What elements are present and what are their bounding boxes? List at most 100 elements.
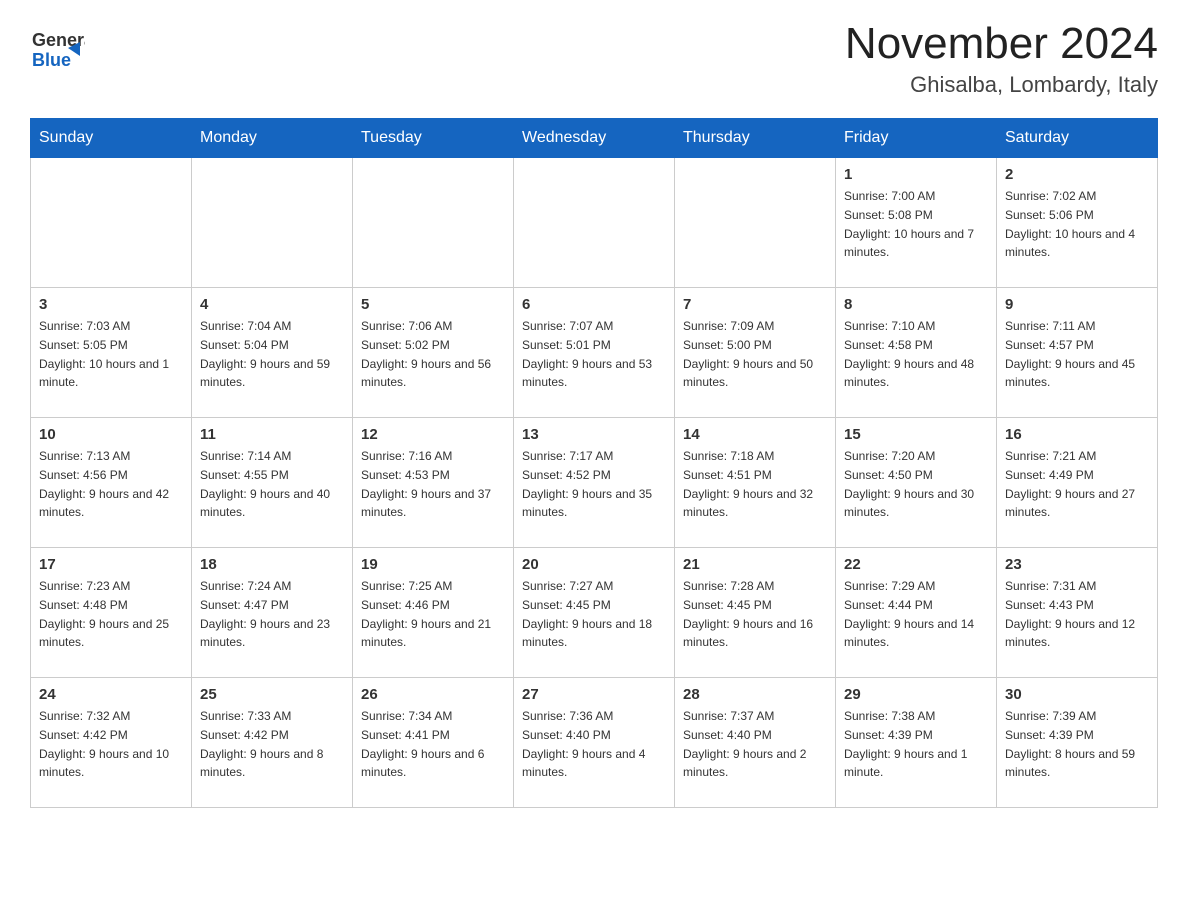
logo-area: General Blue: [30, 20, 85, 75]
day-info: Sunrise: 7:24 AMSunset: 4:47 PMDaylight:…: [200, 577, 344, 651]
cell-week5-day0: 24 Sunrise: 7:32 AMSunset: 4:42 PMDayligh…: [31, 678, 192, 808]
header-friday: Friday: [836, 119, 997, 158]
day-number: 9: [1005, 296, 1149, 313]
cell-week5-day1: 25Sunrise: 7:33 AMSunset: 4:42 PMDayligh…: [192, 678, 353, 808]
week-row-2: 3 Sunrise: 7:03 AMSunset: 5:05 PMDaylight…: [31, 288, 1158, 418]
cell-week5-day6: 30 Sunrise: 7:39 AMSunset: 4:39 PMDayligh…: [997, 678, 1158, 808]
header-monday: Monday: [192, 119, 353, 158]
day-info: Sunrise: 7:17 AMSunset: 4:52 PMDaylight:…: [522, 447, 666, 521]
cell-week3-day6: 16 Sunrise: 7:21 AMSunset: 4:49 PMDayligh…: [997, 418, 1158, 548]
day-info: Sunrise: 7:09 AMSunset: 5:00 PMDaylight:…: [683, 317, 827, 391]
cell-week3-day5: 15Sunrise: 7:20 AMSunset: 4:50 PMDayligh…: [836, 418, 997, 548]
day-number: 7: [683, 296, 827, 313]
cell-week4-day5: 22 Sunrise: 7:29 AMSunset: 4:44 PMDayligh…: [836, 548, 997, 678]
day-info: Sunrise: 7:03 AMSunset: 5:05 PMDaylight:…: [39, 317, 183, 391]
cell-week4-day2: 19 Sunrise: 7:25 AMSunset: 4:46 PMDayligh…: [353, 548, 514, 678]
day-number: 10: [39, 426, 183, 443]
day-info: Sunrise: 7:14 AMSunset: 4:55 PMDaylight:…: [200, 447, 344, 521]
day-number: 21: [683, 556, 827, 573]
day-number: 2: [1005, 166, 1149, 183]
day-info: Sunrise: 7:32 AMSunset: 4:42 PMDaylight:…: [39, 707, 183, 781]
logo-icon: General Blue: [30, 20, 85, 75]
day-number: 3: [39, 296, 183, 313]
cell-week2-day4: 7 Sunrise: 7:09 AMSunset: 5:00 PMDaylight…: [675, 288, 836, 418]
weekday-header-row: Sunday Monday Tuesday Wednesday Thursday…: [31, 119, 1158, 158]
day-info: Sunrise: 7:11 AMSunset: 4:57 PMDaylight:…: [1005, 317, 1149, 391]
day-number: 14: [683, 426, 827, 443]
week-row-5: 24 Sunrise: 7:32 AMSunset: 4:42 PMDayligh…: [31, 678, 1158, 808]
day-info: Sunrise: 7:25 AMSunset: 4:46 PMDaylight:…: [361, 577, 505, 651]
location-title: Ghisalba, Lombardy, Italy: [845, 72, 1158, 98]
cell-week1-day2: [353, 158, 514, 288]
day-info: Sunrise: 7:02 AMSunset: 5:06 PMDaylight:…: [1005, 187, 1149, 261]
day-number: 26: [361, 686, 505, 703]
cell-week4-day3: 20 Sunrise: 7:27 AMSunset: 4:45 PMDayligh…: [514, 548, 675, 678]
cell-week5-day5: 29Sunrise: 7:38 AMSunset: 4:39 PMDayligh…: [836, 678, 997, 808]
page-header: General Blue November 2024 Ghisalba, Lom…: [30, 20, 1158, 98]
day-number: 27: [522, 686, 666, 703]
day-info: Sunrise: 7:07 AMSunset: 5:01 PMDaylight:…: [522, 317, 666, 391]
cell-week4-day1: 18Sunrise: 7:24 AMSunset: 4:47 PMDayligh…: [192, 548, 353, 678]
day-number: 29: [844, 686, 988, 703]
cell-week5-day4: 28Sunrise: 7:37 AMSunset: 4:40 PMDayligh…: [675, 678, 836, 808]
day-number: 23: [1005, 556, 1149, 573]
cell-week5-day2: 26 Sunrise: 7:34 AMSunset: 4:41 PMDayligh…: [353, 678, 514, 808]
day-info: Sunrise: 7:33 AMSunset: 4:42 PMDaylight:…: [200, 707, 344, 781]
cell-week3-day1: 11Sunrise: 7:14 AMSunset: 4:55 PMDayligh…: [192, 418, 353, 548]
week-row-4: 17Sunrise: 7:23 AMSunset: 4:48 PMDayligh…: [31, 548, 1158, 678]
cell-week1-day3: [514, 158, 675, 288]
day-info: Sunrise: 7:10 AMSunset: 4:58 PMDaylight:…: [844, 317, 988, 391]
day-info: Sunrise: 7:18 AMSunset: 4:51 PMDaylight:…: [683, 447, 827, 521]
cell-week1-day6: 2 Sunrise: 7:02 AMSunset: 5:06 PMDaylight…: [997, 158, 1158, 288]
day-number: 16: [1005, 426, 1149, 443]
cell-week2-day5: 8 Sunrise: 7:10 AMSunset: 4:58 PMDaylight…: [836, 288, 997, 418]
week-row-3: 10 Sunrise: 7:13 AMSunset: 4:56 PMDayligh…: [31, 418, 1158, 548]
day-info: Sunrise: 7:29 AMSunset: 4:44 PMDaylight:…: [844, 577, 988, 651]
cell-week3-day0: 10 Sunrise: 7:13 AMSunset: 4:56 PMDayligh…: [31, 418, 192, 548]
day-number: 13: [522, 426, 666, 443]
day-info: Sunrise: 7:27 AMSunset: 4:45 PMDaylight:…: [522, 577, 666, 651]
cell-week1-day5: 1 Sunrise: 7:00 AMSunset: 5:08 PMDaylight…: [836, 158, 997, 288]
day-number: 20: [522, 556, 666, 573]
day-number: 8: [844, 296, 988, 313]
day-info: Sunrise: 7:31 AMSunset: 4:43 PMDaylight:…: [1005, 577, 1149, 651]
cell-week2-day3: 6 Sunrise: 7:07 AMSunset: 5:01 PMDaylight…: [514, 288, 675, 418]
month-title: November 2024: [845, 20, 1158, 68]
day-info: Sunrise: 7:28 AMSunset: 4:45 PMDaylight:…: [683, 577, 827, 651]
cell-week2-day6: 9 Sunrise: 7:11 AMSunset: 4:57 PMDaylight…: [997, 288, 1158, 418]
day-info: Sunrise: 7:39 AMSunset: 4:39 PMDaylight:…: [1005, 707, 1149, 781]
day-info: Sunrise: 7:21 AMSunset: 4:49 PMDaylight:…: [1005, 447, 1149, 521]
cell-week2-day2: 5Sunrise: 7:06 AMSunset: 5:02 PMDaylight…: [353, 288, 514, 418]
day-info: Sunrise: 7:00 AMSunset: 5:08 PMDaylight:…: [844, 187, 988, 261]
day-number: 5: [361, 296, 505, 313]
cell-week3-day3: 13 Sunrise: 7:17 AMSunset: 4:52 PMDayligh…: [514, 418, 675, 548]
header-saturday: Saturday: [997, 119, 1158, 158]
header-thursday: Thursday: [675, 119, 836, 158]
day-number: 4: [200, 296, 344, 313]
day-info: Sunrise: 7:16 AMSunset: 4:53 PMDaylight:…: [361, 447, 505, 521]
day-number: 6: [522, 296, 666, 313]
day-info: Sunrise: 7:13 AMSunset: 4:56 PMDaylight:…: [39, 447, 183, 521]
day-number: 1: [844, 166, 988, 183]
day-info: Sunrise: 7:20 AMSunset: 4:50 PMDaylight:…: [844, 447, 988, 521]
day-info: Sunrise: 7:37 AMSunset: 4:40 PMDaylight:…: [683, 707, 827, 781]
day-info: Sunrise: 7:36 AMSunset: 4:40 PMDaylight:…: [522, 707, 666, 781]
week-row-1: 1 Sunrise: 7:00 AMSunset: 5:08 PMDaylight…: [31, 158, 1158, 288]
day-number: 12: [361, 426, 505, 443]
cell-week4-day6: 23 Sunrise: 7:31 AMSunset: 4:43 PMDayligh…: [997, 548, 1158, 678]
cell-week5-day3: 27 Sunrise: 7:36 AMSunset: 4:40 PMDayligh…: [514, 678, 675, 808]
header-wednesday: Wednesday: [514, 119, 675, 158]
cell-week3-day2: 12 Sunrise: 7:16 AMSunset: 4:53 PMDayligh…: [353, 418, 514, 548]
day-number: 19: [361, 556, 505, 573]
calendar-table: Sunday Monday Tuesday Wednesday Thursday…: [30, 118, 1158, 808]
header-tuesday: Tuesday: [353, 119, 514, 158]
cell-week1-day0: [31, 158, 192, 288]
cell-week4-day4: 21 Sunrise: 7:28 AMSunset: 4:45 PMDayligh…: [675, 548, 836, 678]
day-info: Sunrise: 7:34 AMSunset: 4:41 PMDaylight:…: [361, 707, 505, 781]
day-number: 30: [1005, 686, 1149, 703]
cell-week1-day1: [192, 158, 353, 288]
day-number: 22: [844, 556, 988, 573]
cell-week3-day4: 14 Sunrise: 7:18 AMSunset: 4:51 PMDayligh…: [675, 418, 836, 548]
day-number: 24: [39, 686, 183, 703]
svg-text:Blue: Blue: [32, 50, 71, 70]
